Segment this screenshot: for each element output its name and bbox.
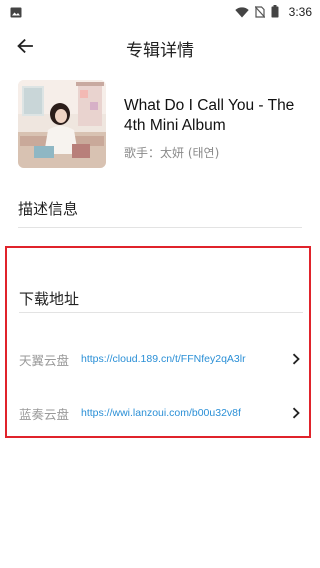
download-link-url[interactable]: https://wwi.lanzoui.com/b00u32v8f [81,407,289,419]
artist-name: 太妍 (태연) [160,146,220,160]
status-bar: 3:36 [0,0,320,24]
image-icon [10,3,22,22]
album-card: What Do I Call You - The 4th Mini Album … [18,80,308,170]
page-title: 专辑详情 [126,41,194,61]
chevron-right-icon [289,406,303,420]
battery-icon [271,3,279,22]
wifi-icon [234,3,249,22]
download-divider [19,312,303,313]
description-section: 描述信息 [18,198,302,228]
download-link-label: 天翼云盘 [19,352,70,368]
chevron-right-icon [289,352,303,366]
download-link-url[interactable]: https://cloud.189.cn/t/FFNfey2qA3lr [81,353,289,365]
download-link-label: 蓝奏云盘 [19,406,70,422]
album-artist: 歌手：太妍 (태연) [124,144,219,161]
artist-label: 歌手： [124,146,161,160]
album-cover [18,80,106,168]
status-time: 3:36 [288,5,312,19]
status-left [10,3,235,22]
status-right: 3:36 [234,3,312,22]
download-section: 下载地址 天翼云盘 https://cloud.189.cn/t/FFNfey2… [5,246,311,438]
download-heading: 下载地址 [19,290,80,308]
download-link-row-tianyi[interactable]: 天翼云盘 https://cloud.189.cn/t/FFNfey2qA3lr [19,346,303,372]
album-title: What Do I Call You - The 4th Mini Album [124,97,295,134]
app-bar: 专辑详情 [0,24,320,70]
no-sim-icon [254,3,266,22]
description-heading: 描述信息 [18,198,302,228]
download-link-row-lanzou[interactable]: 蓝奏云盘 https://wwi.lanzoui.com/b00u32v8f [19,400,303,426]
